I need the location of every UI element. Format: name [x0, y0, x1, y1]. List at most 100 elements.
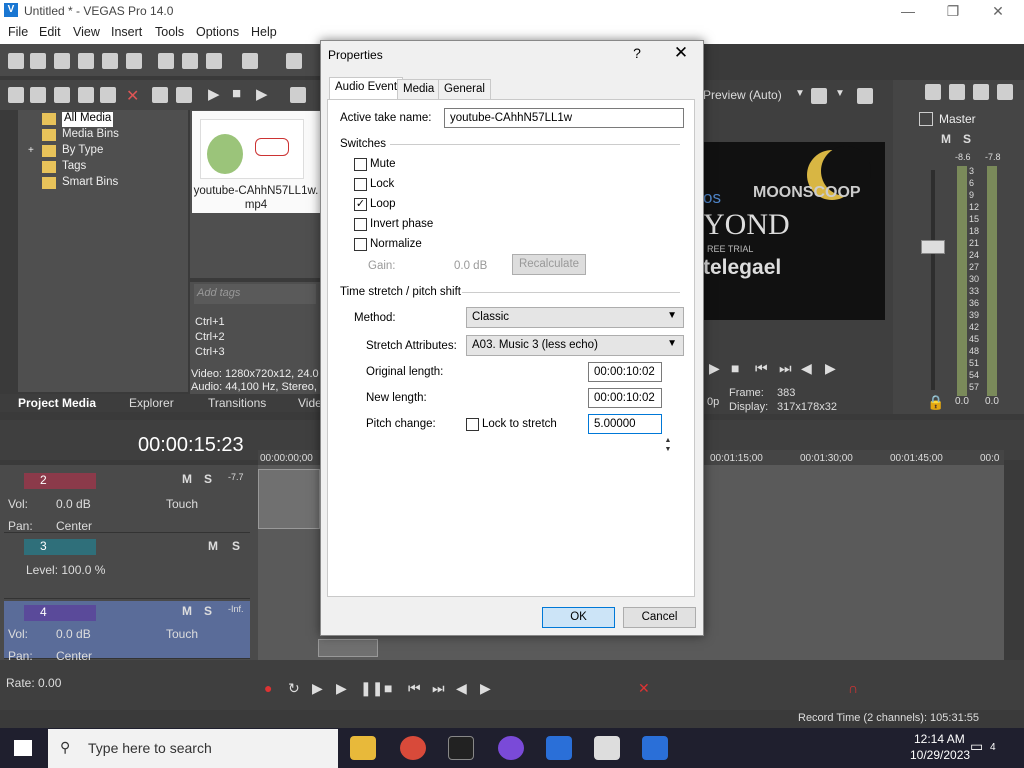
minimize-icon[interactable]: —	[893, 2, 923, 20]
ok-button[interactable]: OK	[542, 607, 615, 628]
tree-item-by-type[interactable]: By Type	[62, 144, 103, 159]
menu-insert[interactable]: Insert	[111, 25, 142, 39]
file-explorer-icon[interactable]	[350, 736, 376, 760]
tab-explorer[interactable]: Explorer	[129, 396, 174, 410]
invert-phase-checkbox[interactable]	[354, 218, 367, 231]
grid-icon[interactable]	[811, 88, 827, 104]
go-start-icon[interactable]: ⏮	[408, 680, 421, 697]
stretch-attributes-select[interactable]: A03. Music 3 (less echo) ▼	[466, 335, 684, 356]
preview-stop-icon[interactable]: ■	[731, 360, 739, 376]
save-icon[interactable]	[54, 53, 70, 69]
settings-icon[interactable]	[997, 84, 1013, 100]
render-icon[interactable]	[102, 53, 118, 69]
clock-date[interactable]: 10/29/2023	[910, 748, 970, 762]
menu-view[interactable]: View	[73, 25, 100, 39]
audio-event[interactable]	[318, 639, 378, 657]
undo-icon[interactable]	[242, 53, 258, 69]
restore-icon[interactable]: ❐	[938, 2, 968, 20]
close-icon[interactable]: ✕	[669, 43, 693, 63]
delete-icon[interactable]: ✕	[638, 680, 650, 697]
tree-item-tags[interactable]: Tags	[62, 160, 86, 175]
notification-icon[interactable]: ▭	[970, 738, 983, 755]
remove-icon[interactable]: ✕	[126, 86, 139, 106]
capture-icon[interactable]	[54, 87, 70, 103]
track-header-2[interactable]: 2 M S -7.7 Vol: 0.0 dB Touch Pan: Center	[4, 469, 250, 533]
copy-snapshot-icon[interactable]	[857, 88, 873, 104]
app-icon[interactable]	[498, 736, 524, 760]
master-fx-icon[interactable]	[919, 112, 933, 126]
recalculate-button[interactable]: Recalculate	[512, 254, 586, 275]
back-icon[interactable]	[8, 87, 24, 103]
pitch-spinner-icon[interactable]: ▲ ▼	[662, 436, 674, 456]
track-header-3[interactable]: 3 M S Level: 100.0 %	[4, 535, 250, 599]
web-icon[interactable]	[100, 87, 116, 103]
next-frame-icon[interactable]: ▶	[480, 680, 491, 697]
solo-button[interactable]: S	[204, 604, 212, 618]
tab-general[interactable]: General	[438, 79, 491, 100]
move-icon[interactable]	[176, 87, 192, 103]
tab-transitions[interactable]: Transitions	[208, 396, 266, 410]
tree-item-all-media[interactable]: All Media	[62, 112, 114, 127]
lock-to-stretch-checkbox[interactable]	[466, 418, 479, 431]
track-header-4[interactable]: 4 M S -Inf. Vol: 0.0 dB Touch Pan: Cente…	[4, 601, 250, 663]
tab-audio-event[interactable]: Audio Event	[329, 77, 404, 100]
open-icon[interactable]	[30, 53, 46, 69]
solo-button[interactable]: S	[232, 539, 240, 553]
audio-event[interactable]	[258, 469, 320, 529]
clock-time[interactable]: 12:14 AM	[914, 732, 965, 746]
tree-item-media-bins[interactable]: Media Bins	[62, 128, 119, 143]
automation-mode[interactable]: Touch	[166, 627, 198, 641]
go-end-icon[interactable]: ⏭	[432, 680, 445, 697]
settings-icon[interactable]	[126, 53, 142, 69]
chevron-down-icon[interactable]: ▼	[835, 88, 845, 99]
extract-icon[interactable]	[78, 87, 94, 103]
windows-start-icon[interactable]	[14, 740, 32, 756]
master-fader[interactable]	[921, 240, 945, 254]
menu-tools[interactable]: Tools	[155, 25, 184, 39]
mute-button[interactable]: M	[941, 132, 951, 146]
cancel-button[interactable]: Cancel	[623, 607, 696, 628]
gear-icon[interactable]	[925, 84, 941, 100]
auto-preview-icon[interactable]: ▶	[256, 85, 268, 103]
stop-icon[interactable]: ■	[384, 680, 392, 696]
normalize-checkbox[interactable]	[354, 238, 367, 251]
automation-mode[interactable]: Touch	[166, 497, 198, 511]
redo-icon[interactable]	[286, 53, 302, 69]
pitch-change-input[interactable]: 5.00000	[588, 414, 662, 434]
cut-icon[interactable]	[158, 53, 174, 69]
import-icon[interactable]	[30, 87, 46, 103]
menu-help[interactable]: Help	[251, 25, 277, 39]
menu-options[interactable]: Options	[196, 25, 239, 39]
stop-icon[interactable]: ■	[232, 85, 241, 102]
properties-icon[interactable]	[152, 87, 168, 103]
tab-project-media[interactable]: Project Media	[18, 396, 96, 410]
lock-checkbox[interactable]	[354, 178, 367, 191]
add-tags-input[interactable]: Add tags	[194, 284, 316, 304]
vegas-icon[interactable]	[546, 736, 572, 760]
step-back-icon[interactable]: ◀	[801, 360, 812, 377]
copy-icon[interactable]	[182, 53, 198, 69]
mute-checkbox[interactable]	[354, 158, 367, 171]
new-length-field[interactable]: 00:00:10:02	[588, 388, 662, 408]
help-icon[interactable]: ?	[627, 45, 647, 61]
expand-icon[interactable]: +	[28, 145, 34, 156]
mute-button[interactable]: M	[208, 539, 218, 553]
prev-frame-icon[interactable]: ⏮	[755, 360, 768, 377]
save-as-icon[interactable]	[78, 53, 94, 69]
play-icon[interactable]: ▶	[208, 85, 220, 103]
tab-media[interactable]: Media	[397, 79, 441, 100]
next-frame-icon[interactable]: ⏭	[779, 360, 792, 377]
paste-icon[interactable]	[206, 53, 222, 69]
step-forward-icon[interactable]: ▶	[825, 360, 836, 377]
vegas-active-icon[interactable]	[642, 736, 668, 760]
pause-icon[interactable]: ❚❚	[360, 680, 383, 697]
record-icon[interactable]: ●	[264, 680, 272, 696]
loop-checkbox[interactable]: ✓	[354, 198, 367, 211]
close-icon[interactable]: ✕	[983, 2, 1013, 20]
play-from-start-icon[interactable]: ▶	[312, 680, 323, 697]
tab-video-fx[interactable]: Vide	[298, 396, 322, 410]
chrome-icon[interactable]	[400, 736, 426, 760]
play-icon[interactable]: ▶	[336, 680, 347, 697]
tree-item-smart-bins[interactable]: Smart Bins	[62, 176, 118, 191]
taskbar-search[interactable]: ⚲ Type here to search	[48, 729, 338, 768]
